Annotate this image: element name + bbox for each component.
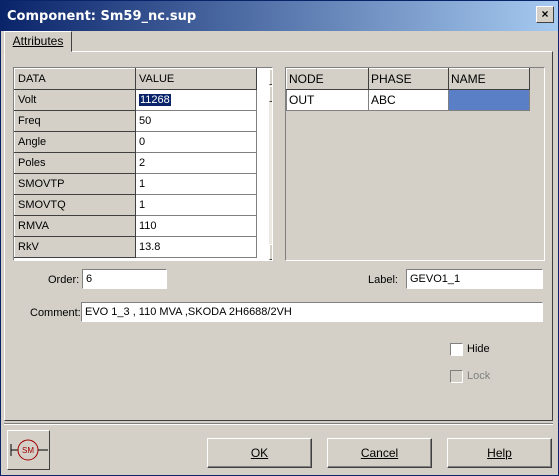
- node-grid: NODE PHASE NAME OUT ABC: [285, 67, 545, 261]
- data-value-cell[interactable]: 0: [135, 131, 257, 153]
- data-name-cell: RMVA: [14, 215, 136, 237]
- comment-label: Comment:: [30, 307, 81, 319]
- table-row[interactable]: RMVA 110: [14, 215, 257, 237]
- data-name-cell: Freq: [14, 110, 136, 132]
- ok-button-label: OK: [250, 446, 269, 460]
- icon-text: SM: [22, 446, 34, 455]
- vertical-scrollbar[interactable]: ▲ ▼: [269, 69, 272, 260]
- data-name-cell: Poles: [14, 152, 136, 174]
- synchronous-machine-icon: SM: [10, 439, 48, 461]
- label-label: Label:: [368, 274, 398, 286]
- hide-label[interactable]: Hide: [467, 343, 490, 355]
- table-row[interactable]: SMOVTQ 1: [14, 194, 257, 216]
- order-label: Order:: [48, 274, 80, 286]
- tab-attributes-label: Attributes: [12, 34, 64, 48]
- column-header-phase[interactable]: PHASE: [368, 68, 449, 90]
- column-header-data[interactable]: DATA: [14, 68, 136, 90]
- data-value-cell[interactable]: 50: [135, 110, 257, 132]
- column-header-value[interactable]: VALUE: [135, 68, 257, 90]
- column-header-name[interactable]: NAME: [448, 68, 530, 90]
- title-bar: Component: Sm59_nc.sup ×: [1, 1, 558, 31]
- help-button[interactable]: Help: [447, 438, 552, 468]
- separator: [4, 423, 553, 425]
- help-button-label: Help: [487, 446, 512, 460]
- data-value-cell[interactable]: 110: [135, 215, 257, 237]
- selected-value[interactable]: 11268: [139, 94, 171, 106]
- lock-checkbox[interactable]: [450, 370, 463, 383]
- data-name-cell: SMOVTQ: [14, 194, 136, 216]
- data-name-cell: SMOVTP: [14, 173, 136, 195]
- column-header-node[interactable]: NODE: [286, 68, 369, 90]
- table-row[interactable]: SMOVTP 1: [14, 173, 257, 195]
- cancel-button[interactable]: Cancel: [327, 438, 432, 468]
- table-row[interactable]: OUT ABC: [286, 89, 530, 111]
- data-name-cell: RkV: [14, 236, 136, 258]
- close-button[interactable]: ×: [536, 6, 554, 23]
- data-value-cell[interactable]: 13.8: [135, 236, 257, 258]
- order-field[interactable]: 6: [82, 269, 167, 289]
- lock-label[interactable]: Lock: [467, 370, 490, 382]
- scroll-down-button[interactable]: ▼: [269, 244, 272, 260]
- node-grid-header: NODE PHASE NAME: [286, 68, 530, 90]
- tab-attributes[interactable]: Attributes: [4, 31, 72, 52]
- label-field[interactable]: GEVO1_1: [406, 269, 543, 289]
- cancel-button-label: Cancel: [360, 446, 399, 460]
- component-symbol[interactable]: SM: [7, 430, 50, 470]
- table-row[interactable]: Angle 0: [14, 131, 257, 153]
- node-cell[interactable]: OUT: [286, 89, 369, 111]
- data-value-cell[interactable]: 11268: [135, 89, 257, 111]
- scroll-up-button[interactable]: ▲: [269, 69, 272, 85]
- table-row[interactable]: RkV 13.8: [14, 236, 257, 258]
- data-name-cell: Volt: [14, 89, 136, 111]
- table-row[interactable]: Freq 50: [14, 110, 257, 132]
- name-cell[interactable]: [448, 89, 530, 111]
- data-value-cell[interactable]: 1: [135, 194, 257, 216]
- data-value-cell[interactable]: 1: [135, 173, 257, 195]
- ok-button[interactable]: OK: [207, 438, 312, 468]
- hide-checkbox[interactable]: [450, 343, 463, 356]
- comment-field[interactable]: EVO 1_3 , 110 MVA ,SKODA 2H6688/2VH: [81, 302, 543, 322]
- data-grid-header: DATA VALUE: [14, 68, 257, 90]
- window-title: Component: Sm59_nc.sup: [7, 9, 197, 24]
- data-grid: DATA VALUE Volt 11268 Freq 50 Angle 0 Po…: [13, 67, 273, 261]
- data-name-cell: Angle: [14, 131, 136, 153]
- data-value-cell[interactable]: 2: [135, 152, 257, 174]
- phase-cell[interactable]: ABC: [368, 89, 449, 111]
- table-row[interactable]: Volt 11268: [14, 89, 257, 111]
- scroll-thumb[interactable]: [269, 86, 272, 102]
- table-row[interactable]: Poles 2: [14, 152, 257, 174]
